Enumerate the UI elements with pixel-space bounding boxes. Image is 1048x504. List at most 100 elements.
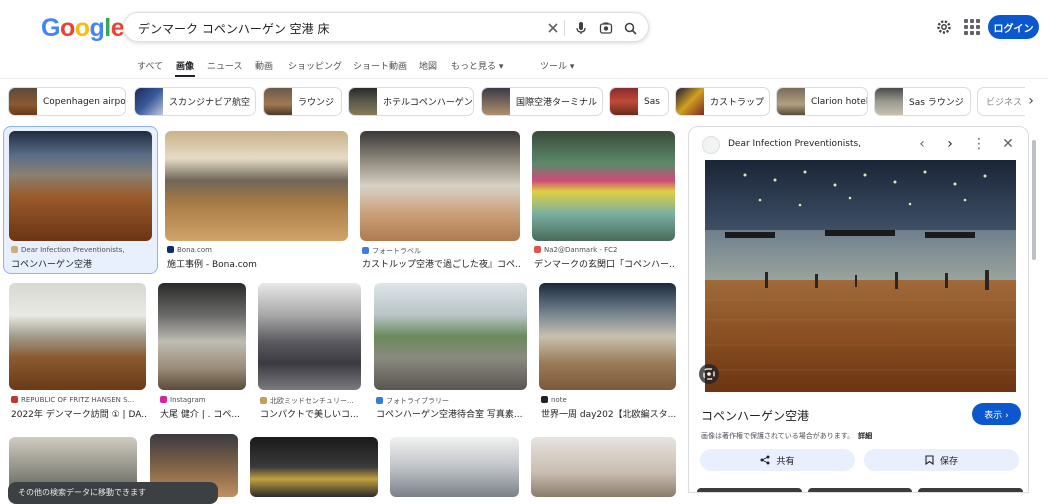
login-button[interactable]: ログイン bbox=[988, 15, 1039, 39]
result-caption[interactable]: コンパクトで美しいコ... bbox=[260, 407, 361, 420]
lens-search-icon[interactable] bbox=[699, 364, 719, 384]
chip-label: Sas bbox=[644, 96, 660, 107]
tab-tools[interactable]: ツール ▾ bbox=[540, 59, 574, 72]
tab-more[interactable]: もっと見る ▾ bbox=[451, 59, 503, 72]
result-source[interactable]: REPUBLIC OF FRITZ HANSEN S... bbox=[11, 396, 146, 404]
bookmark-icon bbox=[925, 455, 934, 465]
copyright-notice: 画像は著作権で保護されている場合があります。 詳細 bbox=[701, 432, 873, 440]
result-source[interactable]: Instagram bbox=[160, 396, 246, 404]
result-caption[interactable]: コペンハーゲン空港 bbox=[11, 257, 151, 270]
chip-thumbnail bbox=[610, 88, 638, 115]
panel-scrollbar[interactable] bbox=[1032, 140, 1036, 260]
result-caption[interactable]: 施工事例 - Bona.com bbox=[167, 257, 347, 270]
source-favicon bbox=[376, 397, 383, 404]
view-button[interactable]: 表示 › bbox=[972, 403, 1021, 425]
save-label: 保存 bbox=[939, 456, 958, 467]
chip-label: ビジネス bbox=[986, 98, 1023, 108]
tab-shopping[interactable]: ショッピング bbox=[288, 59, 342, 72]
google-logo[interactable]: Google bbox=[41, 14, 125, 43]
active-tab-indicator bbox=[175, 75, 195, 77]
result-source[interactable]: 北欧ミッドセンチュリー... bbox=[260, 396, 361, 406]
result-image[interactable] bbox=[158, 283, 246, 390]
more-vert-icon[interactable]: ⋮ bbox=[970, 135, 988, 153]
chip-clarion-hotel[interactable]: Clarion hotel bbox=[776, 87, 868, 116]
result-source[interactable]: note bbox=[541, 396, 676, 404]
chip-sas[interactable]: Sas bbox=[609, 87, 669, 116]
result-source[interactable]: フォトライブラリー bbox=[376, 396, 526, 406]
chip-label: ホテルコペンハーゲン bbox=[383, 98, 473, 108]
source-favicon bbox=[534, 246, 541, 253]
preview-image[interactable] bbox=[705, 160, 1016, 392]
details-link[interactable]: 詳細 bbox=[858, 432, 872, 440]
search-box[interactable]: デンマーク コペンハーゲン 空港 床 bbox=[123, 12, 649, 42]
result-image[interactable] bbox=[250, 437, 378, 497]
notification-toast: その他の検索データに移動できます bbox=[8, 482, 218, 504]
chevron-right-icon[interactable]: › bbox=[1022, 92, 1040, 110]
result-image[interactable] bbox=[258, 283, 361, 390]
chip-sas-lounge[interactable]: Sas ラウンジ bbox=[874, 87, 971, 116]
result-image[interactable] bbox=[532, 131, 675, 241]
chip-thumbnail bbox=[875, 88, 903, 115]
tab-news[interactable]: ニュース bbox=[207, 59, 243, 72]
result-caption[interactable]: カストルップ空港で過ごした夜』コペ... bbox=[362, 257, 520, 270]
source-favicon bbox=[11, 246, 18, 253]
tab-short-videos[interactable]: ショート動画 bbox=[353, 59, 407, 72]
result-image[interactable] bbox=[539, 283, 676, 390]
result-source[interactable]: Dear Infection Preventionists, bbox=[11, 246, 151, 254]
result-image[interactable] bbox=[374, 283, 527, 390]
panel-title[interactable]: コペンハーゲン空港 bbox=[701, 407, 809, 424]
result-source[interactable]: Na2@Danmark - FC2 bbox=[534, 246, 674, 254]
chip-thumbnail bbox=[135, 88, 163, 115]
result-source[interactable]: Bona.com bbox=[167, 246, 347, 254]
close-icon[interactable]: ✕ bbox=[999, 135, 1017, 153]
chip-thumbnail bbox=[482, 88, 510, 115]
chip-sas-airline[interactable]: スカンジナビア航空 bbox=[134, 87, 256, 116]
chevron-left-icon[interactable]: ‹ bbox=[913, 135, 931, 153]
clear-icon[interactable] bbox=[543, 18, 563, 38]
panel-source[interactable]: Dear Infection Preventionists, bbox=[728, 139, 861, 149]
result-image[interactable] bbox=[165, 131, 348, 241]
source-favicon bbox=[11, 396, 18, 403]
tab-maps[interactable]: 地図 bbox=[419, 59, 437, 72]
tab-images[interactable]: 画像 bbox=[176, 59, 194, 72]
tab-videos[interactable]: 動画 bbox=[255, 59, 273, 72]
result-caption[interactable]: コペンハーゲン空港待合室 写真素... bbox=[376, 407, 526, 420]
result-image[interactable] bbox=[390, 437, 519, 497]
chip-copenhagen-airport[interactable]: Copenhagen airport bbox=[8, 87, 126, 116]
chip-thumbnail bbox=[349, 88, 377, 115]
gear-icon[interactable] bbox=[935, 18, 953, 36]
result-image[interactable] bbox=[360, 131, 520, 241]
camera-lens-icon[interactable] bbox=[596, 18, 616, 38]
result-image[interactable] bbox=[9, 131, 152, 241]
search-input[interactable]: デンマーク コペンハーゲン 空港 床 bbox=[138, 20, 329, 37]
apps-grid-icon[interactable] bbox=[964, 19, 980, 35]
source-favicon bbox=[167, 246, 174, 253]
related-images-strip[interactable] bbox=[697, 488, 1024, 492]
tab-all[interactable]: すべて bbox=[137, 59, 163, 72]
result-caption[interactable]: 2022年 デンマーク訪問 ① | DA... bbox=[11, 407, 146, 420]
result-caption[interactable]: 大尾 健介 | . コペ... bbox=[160, 407, 246, 420]
result-caption[interactable]: 世界一周 day202【北欧編スタ... bbox=[541, 407, 676, 420]
result-image[interactable] bbox=[531, 437, 676, 497]
source-favicon bbox=[260, 397, 267, 404]
chip-lounge[interactable]: ラウンジ bbox=[263, 87, 342, 116]
chip-label: スカンジナビア航空 bbox=[169, 98, 251, 108]
result-caption[interactable]: デンマークの玄関口「コペンハー... bbox=[534, 257, 674, 270]
result-source[interactable]: フォートラベル bbox=[362, 246, 520, 256]
chevron-right-icon[interactable]: › bbox=[941, 135, 959, 153]
chip-kastrup[interactable]: カストラップ bbox=[675, 87, 770, 116]
search-icon[interactable] bbox=[620, 18, 640, 38]
chip-thumbnail bbox=[777, 88, 805, 115]
header: Google デンマーク コペンハーゲン 空港 床 ログイン bbox=[0, 0, 1048, 56]
result-image[interactable] bbox=[9, 283, 146, 390]
chip-international-terminal[interactable]: 国際空港ターミナル bbox=[481, 87, 603, 116]
chip-business[interactable]: ビジネス bbox=[977, 87, 1025, 116]
source-favicon bbox=[702, 136, 720, 154]
microphone-icon[interactable] bbox=[571, 18, 591, 38]
search-tabs: すべて 画像 ニュース 動画 ショッピング ショート動画 地図 もっと見る ▾ … bbox=[0, 56, 1048, 78]
chip-hotel-copenhagen[interactable]: ホテルコペンハーゲン bbox=[348, 87, 474, 116]
share-button[interactable]: 共有 bbox=[700, 449, 855, 471]
save-button[interactable]: 保存 bbox=[864, 449, 1019, 471]
tabs-divider bbox=[0, 78, 1048, 79]
chip-label: Clarion hotel bbox=[811, 96, 868, 107]
